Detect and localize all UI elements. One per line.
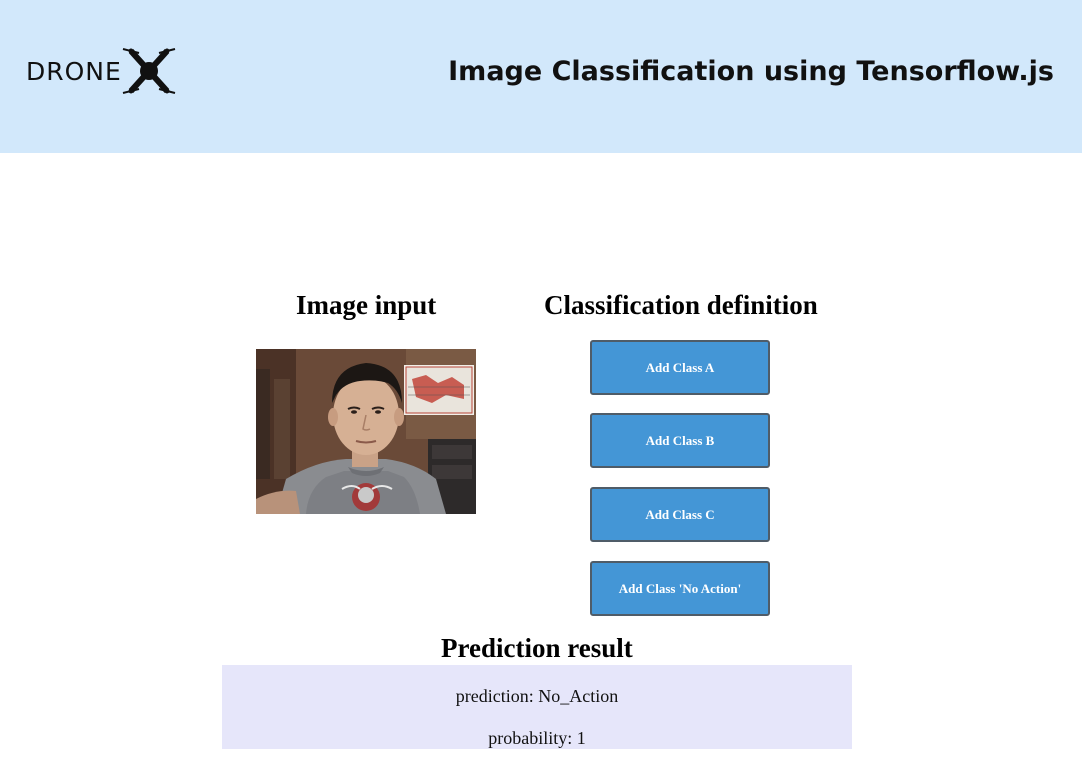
page-title: Image Classification using Tensorflow.js <box>448 56 1054 87</box>
image-input-heading: Image input <box>296 290 437 320</box>
drone-icon <box>122 48 176 94</box>
drone-logo[interactable]: DRONE <box>26 44 178 98</box>
webcam-frame <box>256 349 476 514</box>
classification-heading: Classification definition <box>544 290 818 320</box>
logo-text: DRONE <box>26 56 122 86</box>
add-class-no-action-button[interactable]: Add Class 'No Action' <box>590 561 770 616</box>
prediction-text: prediction: No_Action <box>455 686 619 706</box>
add-class-c-button[interactable]: Add Class C <box>590 487 770 542</box>
probability-text: probability: 1 <box>488 728 586 748</box>
app-header: DRONE Image Classification using Tensorf… <box>0 0 1082 153</box>
prediction-heading: Prediction result <box>441 633 633 663</box>
add-class-a-button[interactable]: Add Class A <box>590 340 770 395</box>
add-class-b-button[interactable]: Add Class B <box>590 413 770 468</box>
prediction-result-panel: prediction: No_Action probability: 1 <box>222 665 852 749</box>
webcam-video[interactable] <box>256 349 476 514</box>
